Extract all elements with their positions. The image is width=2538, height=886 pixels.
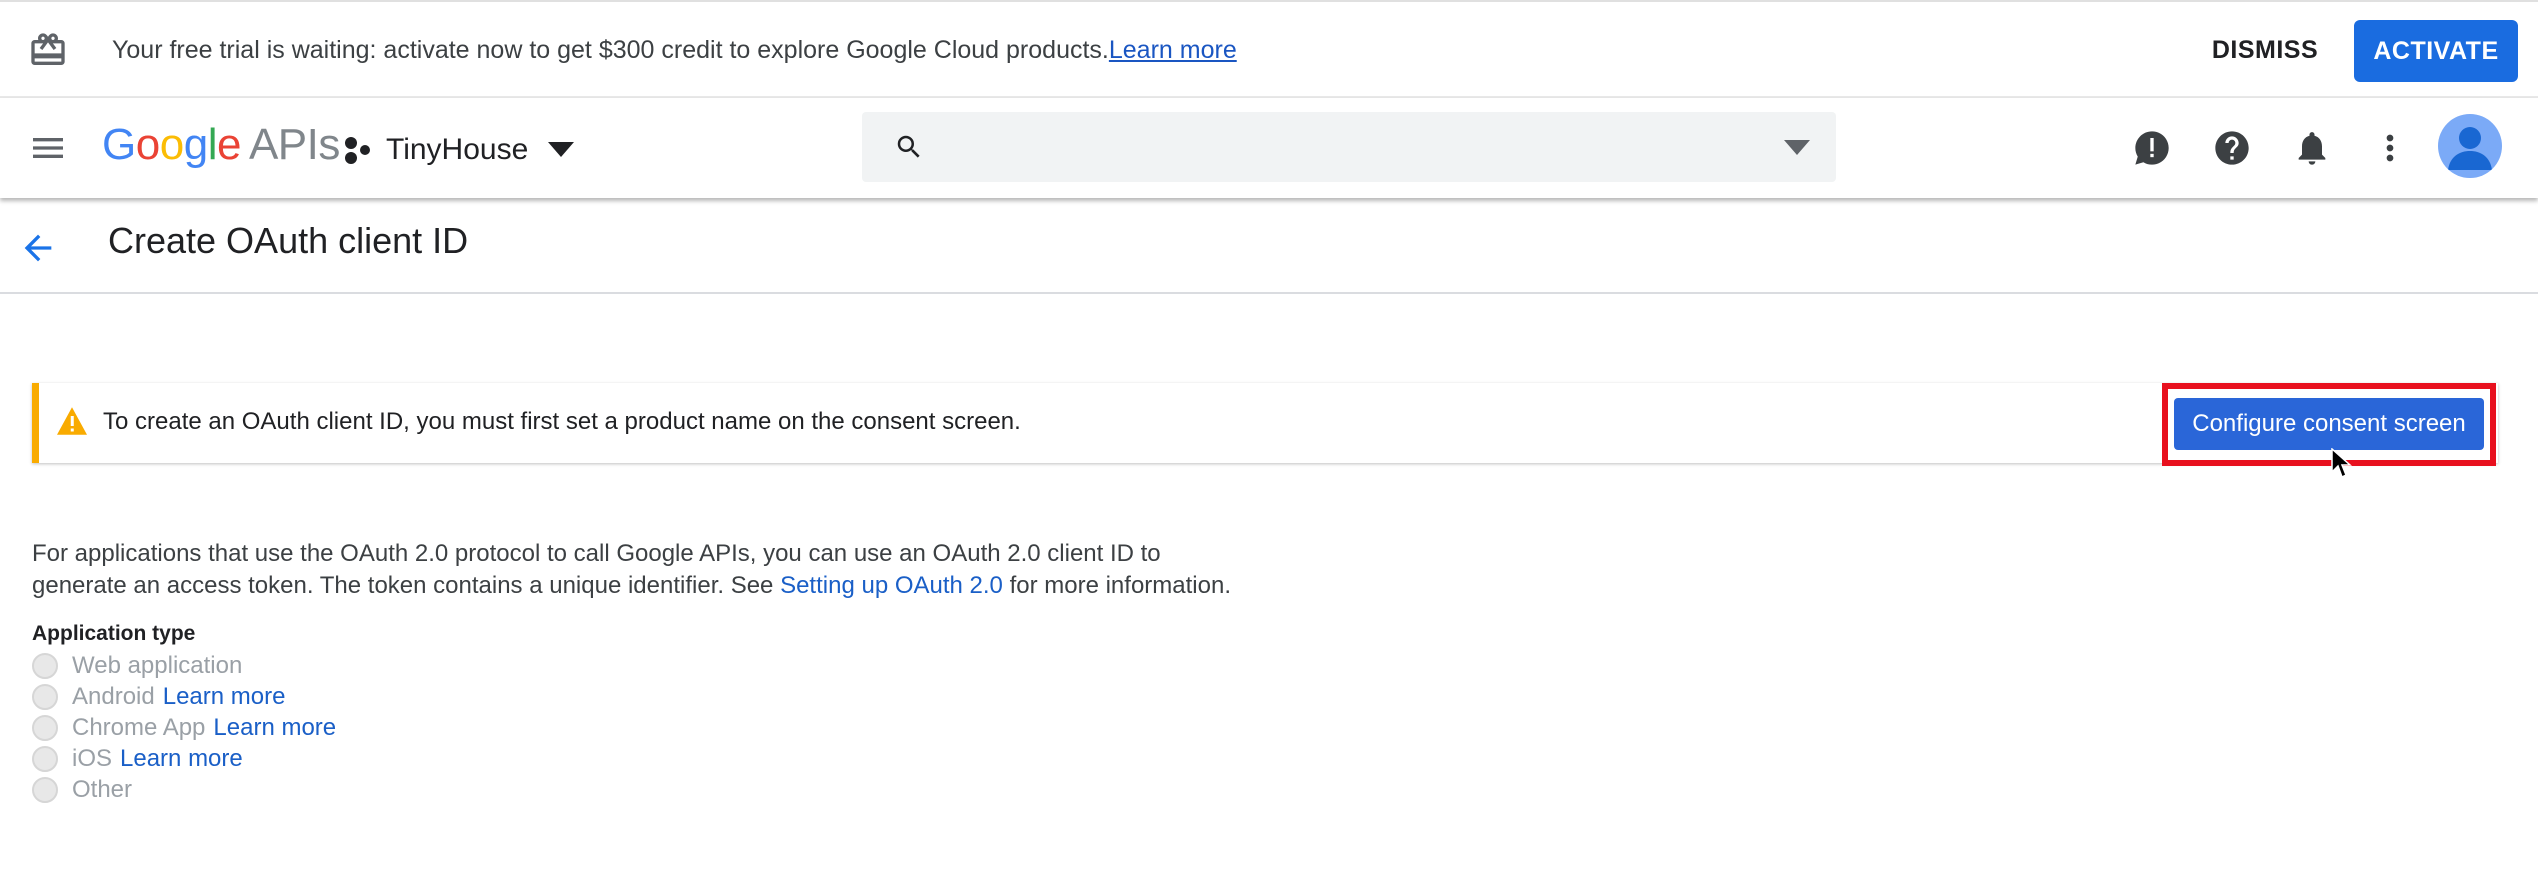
application-type-label: Application type: [32, 622, 196, 645]
trial-message: Your free trial is waiting: activate now…: [112, 36, 1237, 65]
trial-learn-more-link[interactable]: Learn more: [1109, 36, 1237, 64]
radio-circle[interactable]: [32, 777, 58, 803]
radio-web-application[interactable]: Web application: [32, 652, 242, 680]
dismiss-button[interactable]: DISMISS: [2190, 20, 2340, 80]
radio-label: Android: [72, 683, 155, 710]
description-line-2: generate an access token. The token cont…: [32, 570, 1332, 602]
search-dropdown-icon[interactable]: [1784, 140, 1810, 156]
page-title-bar: Create OAuth client ID: [0, 198, 2538, 294]
back-arrow-icon[interactable]: [18, 228, 58, 268]
logo-apis-text: APIs: [248, 120, 340, 169]
chevron-down-icon: [548, 142, 575, 157]
search-bar[interactable]: [862, 112, 1836, 182]
search-input[interactable]: [952, 124, 1736, 172]
page-title: Create OAuth client ID: [108, 220, 469, 261]
description-text: generate an access token. The token cont…: [32, 572, 781, 599]
google-apis-logo[interactable]: Google APIs: [102, 120, 340, 170]
radio-label: Other: [72, 776, 133, 803]
configure-consent-screen-button[interactable]: Configure consent screen: [2174, 398, 2484, 450]
logo-letter: G: [102, 120, 136, 169]
consent-warning-banner: To create an OAuth client ID, you must f…: [32, 383, 2498, 463]
top-header: Google APIs TinyHouse: [0, 98, 2538, 198]
logo-letter: l: [207, 120, 218, 169]
radio-label: Web application: [72, 652, 243, 679]
trial-banner: Your free trial is waiting: activate now…: [0, 0, 2538, 98]
project-dots-icon: [345, 137, 370, 164]
description-line-1: For applications that use the OAuth 2.0 …: [32, 540, 1161, 567]
trial-message-text: Your free trial is waiting: activate now…: [112, 36, 1109, 64]
ios-learn-more-link[interactable]: Learn more: [120, 745, 243, 773]
more-vert-icon[interactable]: [2370, 128, 2410, 168]
mouse-cursor-icon: [2331, 448, 2352, 479]
radio-ios[interactable]: iOS Learn more: [32, 745, 243, 773]
activate-button[interactable]: ACTIVATE: [2354, 20, 2518, 82]
logo-letter: e: [216, 120, 241, 169]
oauth-description: For applications that use the OAuth 2.0 …: [32, 538, 1332, 602]
android-learn-more-link[interactable]: Learn more: [163, 683, 286, 711]
warning-icon: [57, 407, 87, 435]
radio-other[interactable]: Other: [32, 776, 132, 804]
warning-text: To create an OAuth client ID, you must f…: [103, 408, 1021, 435]
radio-label: Chrome App: [72, 714, 206, 741]
radio-android[interactable]: Android Learn more: [32, 683, 285, 711]
radio-chrome-app[interactable]: Chrome App Learn more: [32, 714, 336, 742]
search-icon: [897, 135, 920, 158]
radio-label: iOS: [72, 745, 113, 772]
logo-letter: o: [159, 120, 184, 169]
project-selector[interactable]: TinyHouse: [342, 128, 575, 172]
logo-letter: o: [135, 120, 160, 169]
radio-circle[interactable]: [32, 746, 58, 772]
setting-up-oauth-link[interactable]: Setting up OAuth 2.0: [780, 572, 1003, 599]
radio-circle[interactable]: [32, 684, 58, 710]
description-text: for more information.: [1002, 572, 1231, 599]
radio-circle[interactable]: [32, 715, 58, 741]
feedback-icon[interactable]: [2132, 128, 2172, 168]
logo-letter: g: [183, 120, 208, 169]
project-name: TinyHouse: [386, 133, 529, 166]
menu-icon[interactable]: [28, 128, 68, 168]
account-avatar[interactable]: [2438, 114, 2502, 178]
gift-icon: [31, 33, 65, 65]
radio-circle[interactable]: [32, 653, 58, 679]
chrome-app-learn-more-link[interactable]: Learn more: [213, 714, 336, 742]
help-icon[interactable]: [2212, 128, 2252, 168]
person-icon: [2448, 127, 2492, 170]
notifications-icon[interactable]: [2292, 128, 2332, 168]
